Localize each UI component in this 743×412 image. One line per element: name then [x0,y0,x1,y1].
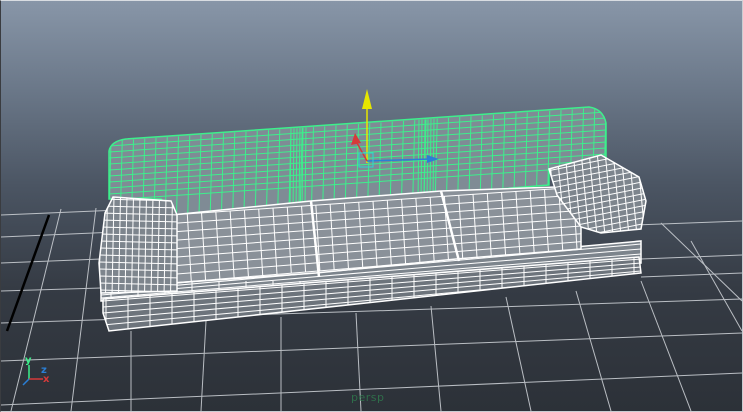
maya-perspective-viewport[interactable]: y x z persp [0,0,743,412]
manip-y-arrow[interactable] [362,89,372,109]
axis-y-label: y [25,355,32,366]
axis-z-label: z [41,365,47,376]
sofa-armrest-left[interactable] [97,196,181,299]
grid-axis-line [5,214,51,332]
camera-name-label: persp [351,391,385,404]
viewport-scene[interactable]: y x z [1,1,742,411]
